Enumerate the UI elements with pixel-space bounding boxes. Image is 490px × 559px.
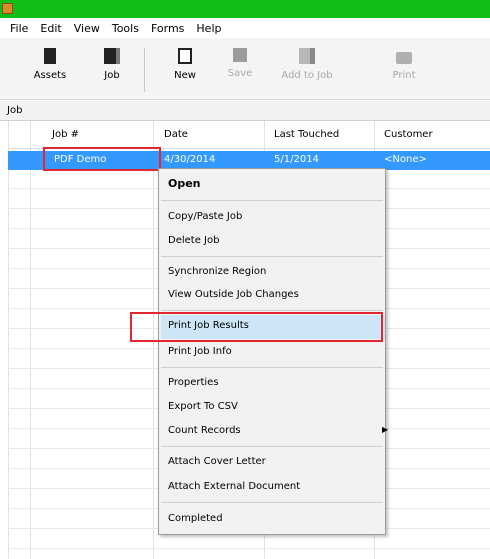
assets-label: Assets [33, 70, 67, 81]
save-button[interactable]: Save [212, 44, 268, 96]
menu-item-print-job-info[interactable]: Print Job Info [168, 346, 232, 357]
menu-item-synchronize-region[interactable]: Synchronize Region [168, 266, 266, 277]
section-title: Job [0, 101, 490, 121]
submenu-arrow-icon: ▶ [382, 425, 389, 434]
new-icon [178, 48, 192, 64]
menu-separator [161, 200, 383, 201]
assets-icon [44, 48, 56, 64]
save-label: Save [227, 68, 253, 79]
menu-item-count-records[interactable]: Count Records ▶ [168, 425, 388, 439]
add-to-job-icon [299, 48, 315, 64]
menu-tools[interactable]: Tools [106, 22, 145, 35]
menu-item-attach-cover-letter[interactable]: Attach Cover Letter [168, 456, 266, 467]
menu-item-copy-paste-job[interactable]: Copy/Paste Job [168, 211, 242, 222]
menu-edit[interactable]: Edit [34, 22, 67, 35]
menu-item-completed[interactable]: Completed [168, 513, 223, 524]
menu-item-delete-job[interactable]: Delete Job [168, 235, 219, 246]
cell-date: 4/30/2014 [164, 154, 216, 165]
menu-item-view-outside-job-changes[interactable]: View Outside Job Changes [168, 289, 299, 300]
menu-separator [161, 256, 383, 257]
job-button[interactable]: Job [84, 44, 140, 96]
menu-help[interactable]: Help [190, 22, 227, 35]
cell-last-touched: 5/1/2014 [274, 154, 319, 165]
context-menu: Open Copy/Paste Job Delete Job Synchroni… [158, 168, 388, 535]
menu-item-attach-external-document[interactable]: Attach External Document [168, 481, 300, 492]
menu-separator [161, 446, 383, 447]
column-header-date[interactable]: Date [164, 129, 188, 140]
title-bar [0, 0, 490, 18]
job-icon [104, 48, 120, 64]
new-button[interactable]: New [157, 44, 213, 96]
column-header-last-touched[interactable]: Last Touched [274, 129, 339, 140]
menu-view[interactable]: View [68, 22, 106, 35]
menu-file[interactable]: File [4, 22, 34, 35]
menu-bar: File Edit View Tools Forms Help [0, 18, 490, 38]
assets-button[interactable]: Assets [22, 44, 78, 96]
toolbar: Assets Job New Save Add to Job Print [0, 38, 490, 100]
menu-item-export-to-csv[interactable]: Export To CSV [168, 401, 238, 412]
grid-header: Job # Date Last Touched Customer [8, 121, 490, 149]
menu-separator [161, 367, 383, 368]
print-job-results-highlight-box [130, 312, 383, 342]
menu-forms[interactable]: Forms [145, 22, 190, 35]
job-label: Job [104, 70, 120, 81]
print-icon [396, 52, 412, 64]
menu-item-open[interactable]: Open [168, 177, 201, 190]
print-button[interactable]: Print [376, 44, 432, 96]
add-to-job-label: Add to Job [281, 70, 333, 81]
job-highlight-box [43, 147, 161, 171]
add-to-job-button[interactable]: Add to Job [272, 44, 342, 96]
column-header-customer[interactable]: Customer [384, 129, 433, 140]
print-label: Print [392, 70, 416, 81]
app-icon [2, 3, 13, 14]
cell-customer: <None> [384, 154, 427, 165]
column-header-job[interactable]: Job # [52, 129, 79, 140]
toolbar-separator [144, 48, 145, 92]
menu-separator [161, 502, 383, 503]
menu-separator [161, 310, 383, 311]
menu-item-count-records-label: Count Records [168, 425, 241, 436]
menu-item-properties[interactable]: Properties [168, 377, 219, 388]
new-label: New [174, 70, 196, 81]
save-icon [233, 48, 247, 62]
